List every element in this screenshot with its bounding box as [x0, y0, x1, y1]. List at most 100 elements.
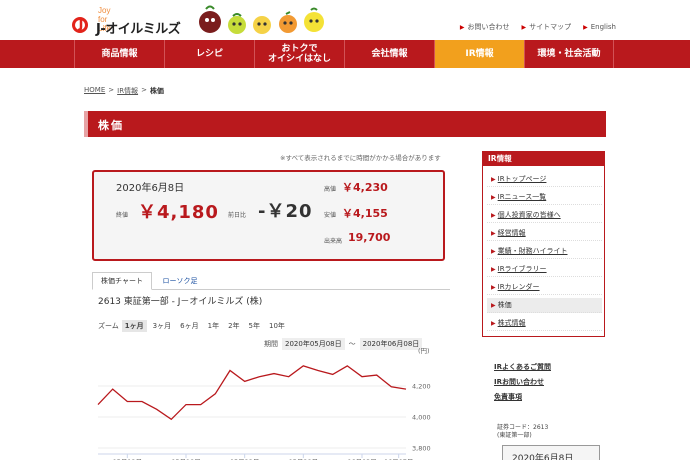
ir-faq-link[interactable]: IRよくあるご質問: [494, 362, 551, 377]
logo-mark-icon: [72, 17, 88, 33]
top-header: Joy for Life J-オイルミルズ ▶ お問い合わせ ▶ サイトマップ ▶ E…: [0, 0, 690, 40]
sidebar-item-label: 業績・財務ハイライト: [497, 247, 568, 255]
bullet-icon: ▶: [491, 211, 496, 219]
logo-name: J-オイルミルズ: [96, 22, 181, 37]
period-label: 期間: [264, 340, 278, 348]
zoom-3m-button[interactable]: 3ヶ月: [150, 320, 174, 332]
mini-quote-box: 2020年6月8日: [502, 445, 600, 460]
ir-sidebar: IR情報 ▶ IRトップページ ▶ IRニュース一覧 ▶ 個人投資家の皆様へ ▶ 経営情…: [482, 151, 605, 337]
nav-item-csr[interactable]: 環境・社会活動: [524, 40, 614, 68]
contact-link-label: お問い合わせ: [467, 23, 510, 31]
utility-links: ▶ お問い合わせ ▶ サイトマップ ▶ English: [460, 22, 616, 32]
zoom-1y-button[interactable]: 1年: [205, 320, 222, 332]
bullet-icon: ▶: [491, 175, 496, 183]
nav-item-recipes[interactable]: レシピ: [164, 40, 254, 68]
sidebar-item-management[interactable]: ▶ 経営情報: [487, 226, 602, 241]
sidebar-item-ir-news[interactable]: ▶ IRニュース一覧: [487, 190, 602, 205]
volume-label: 出来高: [324, 238, 343, 245]
sidebar-title: IR情報: [483, 152, 604, 166]
zoom-controls: ズーム 1ヶ月 3ヶ月 6ヶ月 1年 2年 5年 10年: [98, 320, 288, 332]
sitemap-link-label: サイトマップ: [529, 23, 572, 31]
arrow-right-icon: ▶: [583, 23, 588, 31]
sidebar-item-label: 株価: [497, 301, 512, 309]
y-tick-label: 4,200: [412, 383, 431, 391]
sidebar-item-label: IRカレンダー: [497, 283, 540, 291]
sidebar-item-label: 経営情報: [497, 229, 526, 237]
sidebar-item-label: IRトップページ: [497, 175, 547, 183]
period-from-input[interactable]: 2020年05月08日: [282, 338, 345, 350]
period-selector: 期間 2020年05月08日 〜 2020年06月08日: [264, 338, 423, 350]
zoom-label: ズーム: [98, 322, 119, 330]
volume-value: 19,700: [348, 231, 391, 244]
sidebar-item-label: 個人投資家の皆様へ: [497, 211, 561, 219]
nav-item-company[interactable]: 会社情報: [344, 40, 434, 68]
zoom-5y-button[interactable]: 5年: [246, 320, 263, 332]
sidebar-item-highlights[interactable]: ▶ 業績・財務ハイライト: [487, 244, 602, 259]
period-to-input[interactable]: 2020年06月08日: [359, 338, 423, 350]
sidebar-item-label: IRニュース一覧: [497, 193, 547, 201]
tab-stock-chart[interactable]: 株価チャート: [92, 272, 152, 290]
zoom-10y-button[interactable]: 10年: [266, 320, 288, 332]
bullet-icon: ▶: [491, 283, 496, 291]
arrow-right-icon: ▶: [521, 23, 527, 31]
sidebar-item-stock-info[interactable]: ▶ 株式情報: [487, 316, 602, 331]
mascot-characters-image: [199, 5, 324, 34]
page-title-bar: 株価: [84, 111, 606, 137]
contact-link[interactable]: ▶ お問い合わせ: [460, 22, 510, 32]
nav-item-tips[interactable]: おトクで オイシイはなし: [254, 40, 344, 68]
high-price: ￥4,230: [342, 181, 388, 194]
bullet-icon: ▶: [491, 193, 496, 201]
zoom-2y-button[interactable]: 2年: [225, 320, 242, 332]
loading-notice: ※すべて表示されるまでに時間がかかる場合があります: [280, 154, 441, 162]
sidebar-item-ir-top[interactable]: ▶ IRトップページ: [487, 172, 602, 187]
securities-code: 証券コード：2613 (東証第一部): [497, 424, 548, 440]
english-link[interactable]: ▶ English: [583, 22, 616, 32]
sidebar-extra-links: IRよくあるご質問 IRお問い合わせ 免責事項: [494, 362, 551, 407]
securities-market-line: (東証第一部): [497, 432, 532, 439]
bullet-icon: ▶: [491, 301, 496, 309]
sidebar-item-ir-library[interactable]: ▶ IRライブラリー: [487, 262, 602, 277]
sidebar-item-stock-price[interactable]: ▶ 株価: [487, 298, 602, 313]
zoom-1m-button[interactable]: 1ヶ月: [121, 320, 147, 332]
securities-code-line: 証券コード：2613: [497, 424, 549, 431]
price-change: -￥20: [258, 201, 313, 222]
sidebar-item-label: IRライブラリー: [497, 265, 547, 273]
zoom-6m-button[interactable]: 6ヶ月: [177, 320, 201, 332]
sidebar-item-ir-calendar[interactable]: ▶ IRカレンダー: [487, 280, 602, 295]
bullet-icon: ▶: [491, 319, 496, 327]
high-label: 高値: [324, 186, 337, 193]
y-tick-label: 4,000: [412, 414, 431, 422]
bullet-icon: ▶: [491, 265, 496, 273]
nav-item-products[interactable]: 商品情報: [74, 40, 164, 68]
low-label: 安値: [324, 212, 337, 219]
disclaimer-link[interactable]: 免責事項: [494, 392, 551, 407]
ir-contact-link[interactable]: IRお問い合わせ: [494, 377, 551, 392]
change-label: 前日比: [228, 212, 247, 219]
breadcrumb-current: 株価: [149, 87, 164, 95]
page-title: 株価: [98, 119, 124, 132]
quote-date: 2020年6月8日: [116, 183, 185, 194]
nav-item-ir[interactable]: IR情報: [434, 40, 524, 68]
breadcrumb-separator: >: [141, 86, 147, 94]
global-nav: 商品情報 レシピ おトクで オイシイはなし 会社情報 IR情報 環境・社会活動: [0, 40, 690, 68]
mini-quote-date: 2020年6月8日: [512, 454, 574, 460]
bullet-icon: ▶: [491, 247, 496, 255]
close-label: 終値: [116, 212, 129, 219]
breadcrumb-separator: >: [108, 86, 115, 94]
sitemap-link[interactable]: ▶ サイトマップ: [521, 22, 571, 32]
low-price: ￥4,155: [342, 207, 388, 220]
tab-candlestick[interactable]: ローソク足: [160, 272, 200, 290]
chart-tabs: 株価チャート ローソク足: [92, 272, 450, 290]
close-price: ￥4,180: [138, 202, 219, 223]
y-tick-label: 3,800: [412, 445, 431, 453]
price-series-line: [97, 365, 407, 421]
breadcrumb: HOME > IR情報 > 株価: [84, 86, 164, 96]
breadcrumb-home[interactable]: HOME: [84, 86, 105, 96]
sidebar-item-individual-investors[interactable]: ▶ 個人投資家の皆様へ: [487, 208, 602, 223]
breadcrumb-ir[interactable]: IR情報: [117, 86, 138, 96]
arrow-right-icon: ▶: [459, 23, 465, 31]
period-separator: 〜: [348, 340, 356, 348]
stock-quote-box: 2020年6月8日 終値 ￥4,180 前日比 -￥20 高値 ￥4,230 安…: [92, 170, 445, 261]
bullet-icon: ▶: [491, 229, 496, 237]
chart-title: 2613 東証第一部 - J－オイルミルズ (株): [98, 297, 263, 307]
